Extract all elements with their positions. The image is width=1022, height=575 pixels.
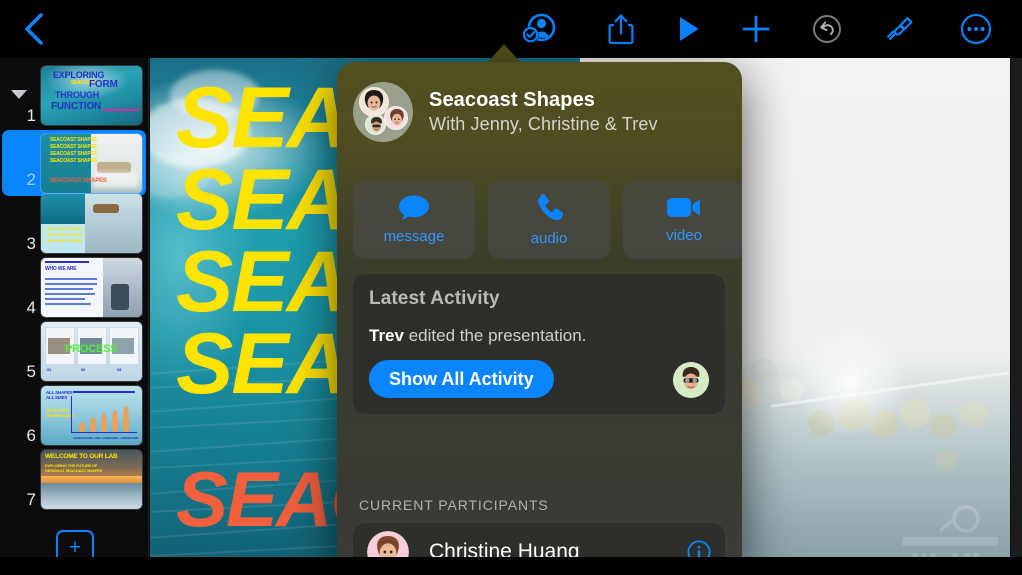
latest-activity-heading: Latest Activity: [369, 288, 500, 309]
person-check-icon: [522, 13, 556, 43]
slide-3-preview: SEACOAST SHAPES SEACOAST SHAPES SEACOAST…: [41, 194, 142, 253]
popover-arrow: [487, 44, 521, 63]
avatar-3: [365, 114, 386, 135]
slide-2-preview: SEACOAST SHAPES SEACOAST SHAPES SEACOAST…: [41, 134, 142, 193]
back-button[interactable]: [6, 0, 62, 58]
slide-4-preview: WHO WE ARE: [41, 258, 142, 317]
undo-icon: [813, 15, 841, 43]
latest-activity-card: Latest Activity Trev edited the presenta…: [353, 274, 725, 414]
format-button[interactable]: [876, 0, 924, 58]
share-icon: [608, 14, 634, 45]
slide-number: 6: [26, 426, 36, 445]
group-disclosure-triangle[interactable]: [11, 90, 27, 99]
bottom-mask: [0, 557, 1022, 575]
slide-6-preview: ALL SHAPES ALL SIZES SEACOAST SHAPES 202…: [41, 386, 142, 445]
slide-number: 3: [26, 234, 36, 253]
slide-7-preview: WELCOME TO OUR LAB EXPLORING THE FUTURE …: [41, 450, 142, 509]
audio-action-label: audio: [530, 229, 568, 247]
plus-icon: [742, 15, 770, 43]
slide-number: 1: [26, 106, 36, 125]
collaboration-popover[interactable]: Seacoast Shapes With Jenny, Christine & …: [337, 62, 742, 575]
video-action-label: video: [666, 227, 702, 244]
more-button[interactable]: [952, 0, 1000, 58]
undo-button[interactable]: [803, 0, 851, 58]
activity-text: edited the presentation.: [403, 326, 587, 345]
participant-avatar-stack: [353, 82, 413, 142]
slide-5-preview: PROCESS 01 02 03: [41, 322, 142, 381]
insert-button[interactable]: [732, 0, 780, 58]
popover-title: Seacoast Shapes: [429, 89, 596, 111]
message-action-button[interactable]: message: [353, 180, 475, 259]
message-bubble-icon: [399, 195, 429, 220]
slide-1-preview: EXPLORING SEACOAST FORM THROUGH FUNCTION: [41, 66, 142, 125]
show-all-activity-button[interactable]: Show All Activity: [369, 360, 554, 398]
slide-number: 7: [26, 490, 36, 509]
phone-icon: [538, 193, 563, 220]
activity-actor: Trev: [369, 326, 404, 345]
add-slide-plus: +: [68, 535, 82, 559]
share-button[interactable]: [597, 0, 645, 58]
play-button[interactable]: [665, 0, 713, 58]
video-camera-icon: [667, 198, 700, 217]
audio-action-button[interactable]: audio: [488, 180, 610, 259]
slide-number: 4: [26, 298, 36, 317]
keynote-app-window: 1 EXPLORING SEACOAST FORM THROUGH FUNCTI…: [0, 0, 1022, 575]
collaborate-button[interactable]: [513, 0, 567, 58]
latest-activity-line: Trev edited the presentation.: [369, 326, 709, 346]
quick-actions-row: message audio video: [353, 180, 742, 259]
paintbrush-icon: [887, 17, 913, 40]
message-action-label: message: [383, 228, 445, 245]
slide-navigator-sidebar[interactable]: 1 EXPLORING SEACOAST FORM THROUGH FUNCTI…: [0, 58, 148, 575]
avatar-2: [384, 106, 408, 130]
current-participants-heading: CURRENT PARTICIPANTS: [359, 497, 549, 513]
popover-subtitle: With Jenny, Christine & Trev: [429, 114, 658, 134]
chevron-left-icon: [25, 13, 43, 45]
slide-number: 2: [26, 170, 36, 189]
slide-number: 5: [26, 362, 36, 381]
activity-author-avatar: [673, 362, 709, 398]
video-action-button[interactable]: video: [623, 180, 742, 259]
popover-header: Seacoast Shapes With Jenny, Christine & …: [353, 82, 658, 142]
ellipsis-circle-icon: [960, 13, 992, 45]
play-icon: [680, 17, 699, 41]
